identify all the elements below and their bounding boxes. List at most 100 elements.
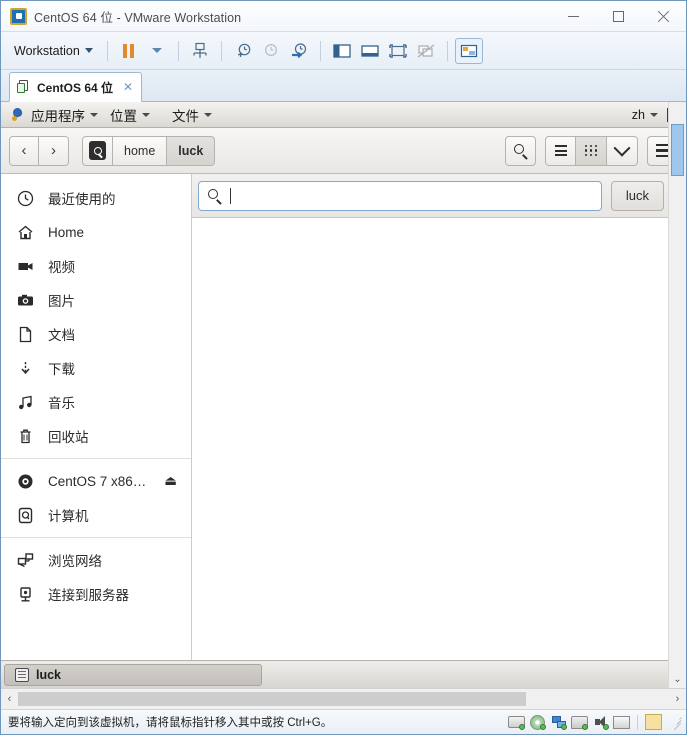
computer-drive-icon [89,141,106,160]
sidebar-item-recent[interactable]: 最近使用的 [1,181,191,215]
sidebar-item-trash[interactable]: 回收站 [1,419,191,453]
show-library-button[interactable] [328,38,356,64]
eject-icon[interactable]: ⏏ [164,473,177,489]
pause-vm-button[interactable] [115,38,143,64]
view-mode-group [545,135,638,166]
scrollbar-thumb[interactable] [18,692,526,706]
breadcrumb-item-luck[interactable]: luck [167,135,216,166]
resize-grip-icon[interactable] [669,716,682,730]
sidebar-item-centos-disc[interactable]: CentOS 7 x86… ⏏ [1,464,191,498]
file-list-area[interactable] [192,218,670,660]
toolbar-separator [319,40,321,61]
workstation-menu-button[interactable]: Workstation [7,41,100,61]
forward-button[interactable]: › [39,135,69,166]
power-dropdown-button[interactable] [143,38,171,64]
chevron-down-icon [142,112,150,117]
breadcrumb-item-home[interactable]: home [113,135,168,166]
disc-icon [16,472,35,491]
vm-tab-label: CentOS 64 位 [37,80,114,95]
vmware-status-bar: 要将输入定向到该虚拟机，请将鼠标指针移入其中或按 Ctrl+G。 [1,709,686,734]
chevron-down-icon [613,139,631,157]
sidebar-item-connect-to-server[interactable]: 连接到服务器 [1,577,191,611]
nautilus-sidebar: 最近使用的 Home 视频 图片 文档 下载 音乐 回收站 CentOS 7 x… [1,174,192,660]
manage-snapshots-button[interactable] [186,38,214,64]
breadcrumb: home luck [82,135,216,166]
list-view-icon [554,145,567,156]
sidebar-item-home[interactable]: Home [1,215,191,249]
notes-icon[interactable] [645,714,662,730]
unity-icon [417,44,435,57]
search-toggle-button[interactable] [505,135,536,166]
guest-horizontal-scrollbar[interactable]: ‹ › [1,688,686,709]
scrollbar-track[interactable] [18,690,669,708]
sidebar-item-music[interactable]: 音乐 [1,385,191,419]
scrollbar-thumb[interactable] [671,124,684,176]
fullscreen-button[interactable] [384,38,412,64]
window-title-bar: CentOS 64 位 - VMware Workstation [1,1,686,32]
scroll-right-arrow-icon[interactable]: › [669,690,686,708]
document-icon [16,325,35,344]
sidebar-item-computer[interactable]: 计算机 [1,498,191,532]
minimize-button[interactable] [551,1,596,31]
scroll-down-arrow-icon[interactable]: ⌄ [669,671,686,688]
keyboard-layout-indicator[interactable]: zh [627,106,663,124]
chevron-down-icon [84,48,93,53]
keyboard-layout-label: zh [631,107,645,122]
take-snapshot-button[interactable] [229,38,257,64]
view-options-button[interactable] [607,135,638,166]
sidebar-item-downloads[interactable]: 下载 [1,351,191,385]
places-menu[interactable]: 位置 [104,103,156,127]
sidebar-item-label: 回收站 [48,430,89,445]
cd-dvd-device-icon[interactable] [529,714,546,730]
snapshot-icon [193,42,207,58]
caret-down-icon [151,48,162,53]
maximize-button[interactable] [596,1,641,31]
breadcrumb-item-computer[interactable] [82,135,113,166]
back-button[interactable]: ‹ [9,135,39,166]
vm-tab[interactable]: CentOS 64 位 ✕ [9,72,143,102]
revert-snapshot-button[interactable] [257,38,285,64]
applications-menu[interactable]: 应用程序 [5,103,104,127]
library-panel-icon [333,43,351,58]
sidebar-item-videos[interactable]: 视频 [1,249,191,283]
search-input[interactable] [198,180,602,211]
sound-card-device-icon[interactable] [592,715,609,730]
close-icon[interactable]: ✕ [123,80,133,94]
grid-view-button[interactable] [576,135,607,166]
console-view-icon [460,44,477,57]
guest-screen: 应用程序 位置 文件 zh ‹ › home luck 最近使用的 Home 视… [1,102,686,688]
nautilus-window: ‹ › home luck 最近使用的 Home 视频 图片 文档 下载 音乐 … [1,128,686,688]
sidebar-divider [1,537,191,538]
files-app-label: 文件 [172,108,199,124]
status-separator [637,714,638,730]
vmware-toolbar: Workstation [1,32,686,70]
window-title: CentOS 64 位 - VMware Workstation [34,10,242,25]
hard-disk-device-icon[interactable] [508,715,525,730]
location-chip-button[interactable]: luck [610,180,664,211]
network-adapter-device-icon[interactable] [550,715,567,730]
sidebar-item-label: 连接到服务器 [48,588,129,603]
taskbar-window-luck[interactable]: luck [4,663,262,686]
close-button[interactable] [641,1,686,31]
console-view-button[interactable] [454,37,483,64]
scroll-left-arrow-icon[interactable]: ‹ [1,690,18,708]
sidebar-item-documents[interactable]: 文档 [1,317,191,351]
chevron-down-icon [90,112,98,117]
show-thumbnails-button[interactable] [356,38,384,64]
snapshot-manager-icon [291,42,306,58]
taskbar-window-label: luck [36,667,62,682]
list-view-button[interactable] [545,135,576,166]
sidebar-item-label: 文档 [48,328,75,343]
sidebar-item-pictures[interactable]: 图片 [1,283,191,317]
guest-vertical-scrollbar[interactable]: ⌄ [668,102,686,688]
sidebar-item-label: 下载 [48,362,75,377]
snapshot-revert-icon [264,43,277,56]
snapshot-manager-button[interactable] [285,38,313,64]
files-app-menu[interactable]: 文件 [166,103,218,127]
display-device-icon[interactable] [613,715,630,730]
printer-device-icon[interactable] [571,715,588,730]
sidebar-item-browse-network[interactable]: 浏览网络 [1,543,191,577]
vm-tab-strip: CentOS 64 位 ✕ [1,70,686,102]
unity-mode-button[interactable] [412,38,440,64]
pause-icon [123,43,135,58]
